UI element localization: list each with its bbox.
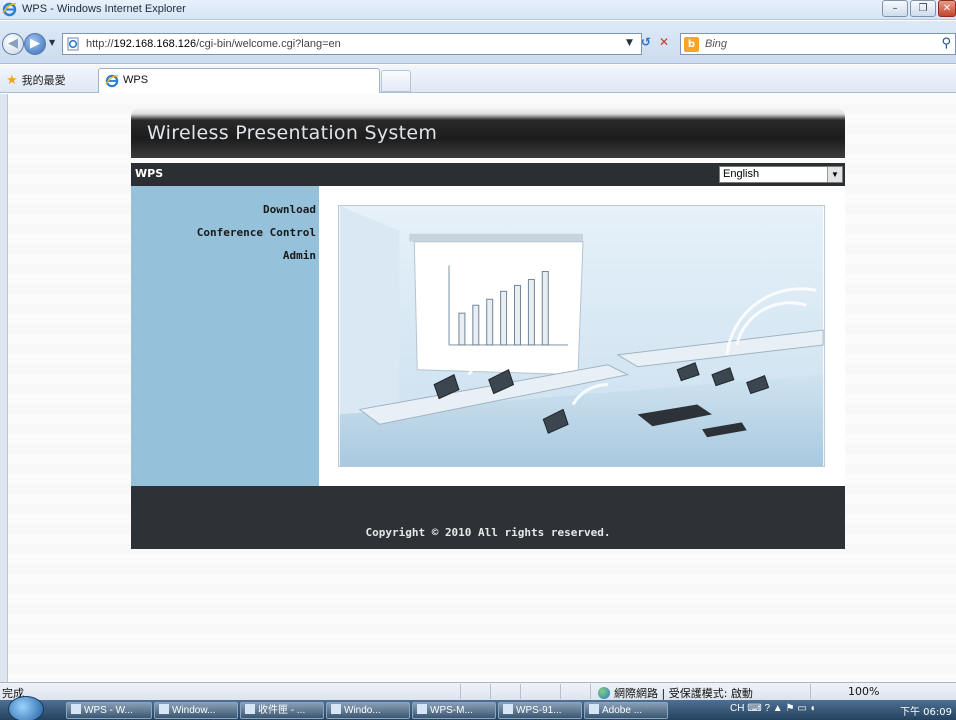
status-divider <box>520 684 521 699</box>
address-dropdown-icon[interactable]: ▼ <box>626 38 633 49</box>
back-button[interactable]: ◀ <box>2 33 24 55</box>
taskbar-item[interactable]: WPS-M... <box>412 702 496 719</box>
favorites-bar: ★ 我的最愛 WPS <box>0 65 956 93</box>
taskbar-item[interactable]: Windo... <box>326 702 410 719</box>
network-icon[interactable]: ▭ <box>797 703 806 714</box>
taskbar-item[interactable]: 收件匣 - ... <box>240 702 324 719</box>
explorer-icon <box>331 704 341 714</box>
search-placeholder: Bing <box>705 38 728 50</box>
ie-icon <box>2 2 17 17</box>
brand-label: WPS <box>135 167 164 180</box>
taskbar-item[interactable]: Window... <box>154 702 238 719</box>
status-divider <box>810 684 811 699</box>
status-divider <box>560 684 561 699</box>
clock[interactable]: 下午 06:09 <box>900 703 952 718</box>
flag-icon[interactable]: ⚑ <box>785 703 794 714</box>
window-title-bar: WPS - Windows Internet Explorer – ❐ ✕ <box>0 0 956 20</box>
page-icon <box>67 37 79 51</box>
stop-icon[interactable]: ✕ <box>659 35 669 49</box>
footer: Copyright © 2010 All rights reserved. <box>131 486 845 549</box>
forward-button[interactable]: ▶ <box>24 33 46 55</box>
main-panel <box>319 186 845 486</box>
keyboard-icon[interactable]: ⌨ <box>747 703 761 714</box>
history-dropdown-icon[interactable]: ▼ <box>49 38 55 47</box>
menu-item-download[interactable]: Download <box>263 203 316 216</box>
security-zone-label: 網際網路 | 受保護模式: 啟動 <box>614 687 753 700</box>
taskbar-item[interactable]: Adobe ... <box>584 702 668 719</box>
start-button[interactable] <box>8 696 44 720</box>
taskbar: WPS - W... Window... 收件匣 - ... Windo... … <box>0 696 956 720</box>
ie-icon <box>105 74 119 88</box>
mail-icon <box>245 704 255 714</box>
favorites-label: 我的最愛 <box>21 74 66 87</box>
ime-indicator[interactable]: CH <box>730 703 744 714</box>
taskbar-item[interactable]: WPS - W... <box>66 702 152 719</box>
system-tray: CH ⌨ ? ▲ ⚑ ▭ ◖ <box>730 703 816 714</box>
bing-icon: b <box>684 37 699 52</box>
document-icon <box>417 704 427 714</box>
left-gutter <box>0 94 8 682</box>
security-zone[interactable]: 網際網路 | 受保護模式: 啟動 <box>598 685 753 701</box>
word-icon <box>503 704 513 714</box>
tray-expand-icon[interactable]: ▲ <box>773 703 783 714</box>
presentation-illustration <box>338 205 825 467</box>
favorites-button[interactable]: ★ 我的最愛 <box>6 72 66 88</box>
close-button[interactable]: ✕ <box>938 0 956 17</box>
address-bar[interactable]: http://192.168.168.126/cgi-bin/welcome.c… <box>62 33 642 55</box>
status-divider <box>490 684 491 699</box>
ie-icon <box>71 704 81 714</box>
status-bar: 完成 網際網路 | 受保護模式: 啟動 100% <box>0 682 956 700</box>
sidebar-menu: Download Conference Control Admin <box>131 186 319 486</box>
tab-label: WPS <box>123 74 149 86</box>
status-divider <box>590 684 591 699</box>
url-text: http://192.168.168.126/cgi-bin/welcome.c… <box>86 38 341 50</box>
language-value: English <box>723 168 760 180</box>
zoom-level[interactable]: 100% <box>848 685 879 698</box>
window-title: WPS - Windows Internet Explorer <box>22 3 186 15</box>
search-icon[interactable]: ⚲ <box>941 36 951 51</box>
window-controls: – ❐ ✕ <box>880 0 956 18</box>
help-icon[interactable]: ? <box>764 703 770 714</box>
tab-wps[interactable]: WPS <box>98 68 380 93</box>
copyright-text: Copyright © 2010 All rights reserved. <box>365 526 611 539</box>
address-toolbar: ◀ ▶ ▼ http://192.168.168.126/cgi-bin/wel… <box>0 21 956 64</box>
globe-icon <box>598 687 610 699</box>
search-box[interactable]: b Bing ⚲ <box>680 33 956 55</box>
chevron-down-icon[interactable]: ▼ <box>827 167 842 182</box>
adobe-icon <box>589 704 599 714</box>
status-divider <box>460 684 461 699</box>
maximize-button[interactable]: ❐ <box>910 0 936 17</box>
window-icon <box>159 704 169 714</box>
page-title: Wireless Presentation System <box>147 122 438 144</box>
volume-icon[interactable]: ◖ <box>809 703 815 714</box>
top-nav-bar: WPS English ▼ <box>131 163 845 186</box>
language-select[interactable]: English ▼ <box>719 166 843 183</box>
wps-page: Wireless Presentation System WPS English… <box>131 104 845 549</box>
header-banner: Wireless Presentation System <box>131 108 845 158</box>
refresh-icon[interactable]: ↺ <box>641 35 651 49</box>
menu-item-admin[interactable]: Admin <box>283 249 316 262</box>
minimize-button[interactable]: – <box>882 0 908 17</box>
star-icon: ★ <box>6 72 18 88</box>
taskbar-item[interactable]: WPS-91... <box>498 702 582 719</box>
menu-item-conference-control[interactable]: Conference Control <box>197 226 316 239</box>
new-tab-button[interactable] <box>381 70 411 92</box>
address-tools: ▼ ↺ ✕ <box>626 35 669 49</box>
